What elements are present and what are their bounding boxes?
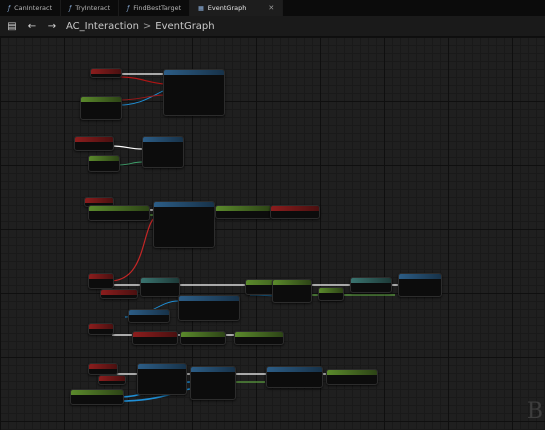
node-header xyxy=(271,206,319,211)
node-header xyxy=(267,367,322,372)
node-header xyxy=(99,376,125,381)
blueprint-watermark: B xyxy=(526,399,543,424)
branch-node[interactable] xyxy=(153,201,215,248)
breadcrumb-root[interactable]: AC_Interaction xyxy=(66,21,139,32)
node-header xyxy=(81,97,121,102)
node-header xyxy=(89,156,119,161)
bool-wire xyxy=(119,76,166,85)
exec-wire xyxy=(111,145,143,150)
node-header xyxy=(164,70,224,75)
node-header xyxy=(101,290,137,295)
tab-caninteract[interactable]: ƒ CanInteract xyxy=(0,0,62,16)
function-call-node[interactable] xyxy=(272,279,312,303)
tab-findbesttarget[interactable]: ƒ FindBestTarget xyxy=(119,0,191,16)
breadcrumb-current: EventGraph xyxy=(155,20,215,32)
tab-eventgraph[interactable]: ▦ EventGraph ✕ xyxy=(190,0,284,16)
node-header xyxy=(273,280,311,285)
tab-tryinteract[interactable]: ƒ TryInteract xyxy=(61,0,120,16)
tab-label: EventGraph xyxy=(207,4,247,12)
get-variable-node[interactable] xyxy=(98,375,126,385)
function-call-node[interactable] xyxy=(398,273,442,297)
node-header xyxy=(138,364,186,369)
breadcrumb-separator: > xyxy=(142,20,152,32)
function-call-node[interactable] xyxy=(88,205,150,221)
bool-wire xyxy=(119,94,166,101)
node-header xyxy=(181,332,225,337)
node-header xyxy=(89,324,113,329)
graph-icon: ▦ xyxy=(198,4,204,12)
function-call-node[interactable] xyxy=(140,277,180,297)
node-header xyxy=(91,69,121,74)
node-header xyxy=(89,274,113,279)
function-call-node[interactable] xyxy=(137,363,187,395)
node-header xyxy=(216,206,271,211)
function-call-node[interactable] xyxy=(215,205,272,219)
function-call-node[interactable] xyxy=(318,287,344,301)
get-variable-node[interactable] xyxy=(88,155,120,172)
function-call-node[interactable] xyxy=(178,295,240,321)
node-header xyxy=(319,288,343,293)
function-call-node[interactable] xyxy=(142,136,184,168)
event-node[interactable] xyxy=(88,273,114,289)
function-call-node[interactable] xyxy=(180,331,226,345)
get-variable-node[interactable] xyxy=(80,96,122,120)
tab-label: CanInteract xyxy=(14,4,53,12)
event-node[interactable] xyxy=(74,136,114,151)
graph-toolbar: ▤ ← → AC_Interaction > EventGraph xyxy=(0,16,545,37)
event-node[interactable] xyxy=(90,68,122,78)
function-call-node[interactable] xyxy=(350,277,392,293)
node-header xyxy=(89,364,117,369)
node-header xyxy=(89,206,149,211)
function-call-node[interactable] xyxy=(266,366,323,388)
function-icon: ƒ xyxy=(127,4,130,12)
graph-menu-icon[interactable]: ▤ xyxy=(6,21,18,32)
function-icon: ƒ xyxy=(69,4,72,12)
node-header xyxy=(191,367,235,372)
forward-arrow-icon[interactable]: → xyxy=(46,21,58,32)
node-header xyxy=(129,310,169,315)
tab-bar: ƒ CanInteract ƒ TryInteract ƒ FindBestTa… xyxy=(0,0,545,16)
back-arrow-icon[interactable]: ← xyxy=(26,21,38,32)
event-node[interactable] xyxy=(88,323,114,335)
function-call-node[interactable] xyxy=(270,205,320,219)
graph-canvas[interactable]: B xyxy=(0,37,545,430)
node-header xyxy=(154,202,214,207)
node-header xyxy=(143,137,183,142)
node-header xyxy=(71,390,123,395)
struct-wire xyxy=(117,161,143,166)
function-call-node[interactable] xyxy=(190,366,236,400)
tab-label: TryInteract xyxy=(75,4,111,12)
tab-label: FindBestTarget xyxy=(133,4,182,12)
function-icon: ƒ xyxy=(8,4,11,12)
node-header xyxy=(399,274,441,279)
close-icon[interactable]: ✕ xyxy=(268,4,274,12)
get-variable-node[interactable] xyxy=(100,289,138,299)
node-header xyxy=(327,370,377,375)
breadcrumb: AC_Interaction > EventGraph xyxy=(66,21,215,32)
node-header xyxy=(235,332,283,337)
function-call-node[interactable] xyxy=(234,331,284,345)
function-call-node[interactable] xyxy=(132,331,178,345)
node-header xyxy=(351,278,391,283)
node-header xyxy=(179,296,239,301)
function-call-node[interactable] xyxy=(326,369,378,385)
get-variable-node[interactable] xyxy=(70,389,124,405)
node-header xyxy=(141,278,179,283)
event-node[interactable] xyxy=(88,363,118,375)
branch-node[interactable] xyxy=(163,69,225,116)
node-header xyxy=(75,137,113,142)
node-header xyxy=(133,332,177,337)
get-variable-node[interactable] xyxy=(128,309,170,323)
node-header xyxy=(85,198,113,203)
